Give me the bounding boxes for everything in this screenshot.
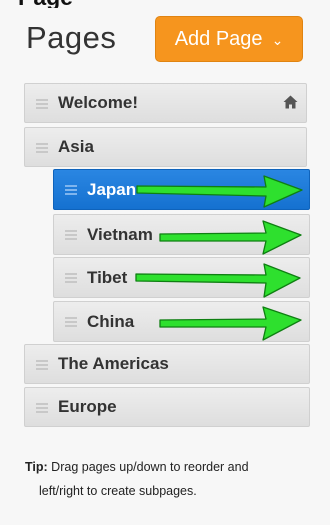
page-label: Europe	[58, 397, 117, 416]
page-label: Vietnam	[87, 224, 153, 244]
tip-line-2: left/right to create subpages.	[39, 484, 197, 498]
page-row-vietnam[interactable]: Vietnam	[53, 214, 310, 255]
drag-handle-icon[interactable]	[36, 98, 48, 109]
drag-handle-icon[interactable]	[65, 317, 77, 327]
tip-line-1: Drag pages up/down to reorder and	[51, 460, 249, 474]
page-label: The Americas	[58, 354, 169, 373]
page-tree: Welcome! Asia Japan Vietnam Tibet China …	[0, 0, 330, 430]
drag-handle-icon[interactable]	[36, 142, 48, 153]
page-row-welcome[interactable]: Welcome!	[24, 83, 307, 123]
page-row-the-americas[interactable]: The Americas	[24, 344, 310, 384]
page-label: Tibet	[87, 267, 128, 287]
tip-text: Tip: Drag pages up/down to reorder and l…	[25, 455, 315, 503]
page-row-china[interactable]: China	[53, 301, 310, 342]
page-row-europe[interactable]: Europe	[24, 387, 310, 427]
drag-handle-icon[interactable]	[36, 402, 48, 413]
page-row-japan[interactable]: Japan	[53, 169, 310, 210]
page-row-asia[interactable]: Asia	[24, 127, 307, 167]
page-label: Asia	[58, 137, 94, 156]
page-label: Japan	[87, 179, 137, 199]
drag-handle-icon[interactable]	[36, 359, 48, 370]
tip-label: Tip:	[25, 460, 48, 474]
page-label: China	[87, 311, 135, 331]
page-row-tibet[interactable]: Tibet	[53, 257, 310, 298]
page-label: Welcome!	[58, 93, 138, 112]
drag-handle-icon[interactable]	[65, 185, 77, 195]
home-icon	[283, 95, 298, 109]
drag-handle-icon[interactable]	[65, 273, 77, 283]
drag-handle-icon[interactable]	[65, 230, 77, 240]
